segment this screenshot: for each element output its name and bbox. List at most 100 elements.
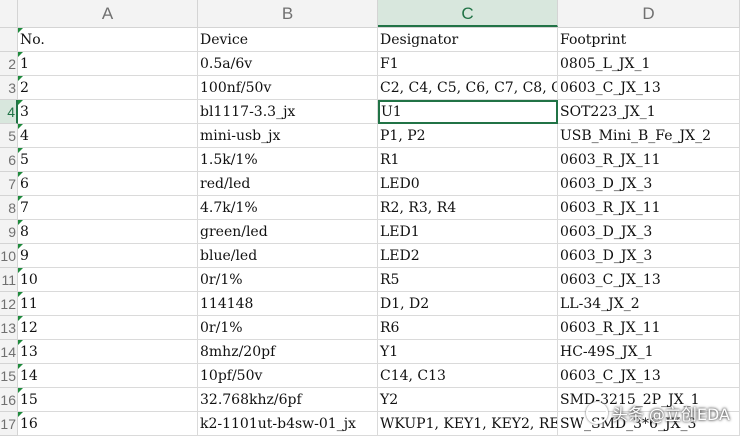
cell-footprint[interactable]: 0603_C_JX_13 <box>558 76 740 100</box>
cell-designator[interactable]: WKUP1, KEY1, KEY2, RESET <box>378 412 558 436</box>
row-number[interactable]: 10 <box>0 244 18 268</box>
cell-designator[interactable]: R1 <box>378 148 558 172</box>
column-header-d[interactable]: D <box>558 0 740 27</box>
cell-footprint[interactable]: 0603_C_JX_13 <box>558 364 740 388</box>
cell-no[interactable]: 5 <box>18 148 198 172</box>
header-cell-no[interactable]: No. <box>18 28 198 52</box>
table-row: 3 2 100nf/50v C2, C4, C5, C6, C7, C8, C9 060… <box>0 76 740 100</box>
row-number-label: 4 <box>7 104 15 120</box>
cell-device[interactable]: blue/led <box>198 244 378 268</box>
cell-designator[interactable]: R6 <box>378 316 558 340</box>
row-number[interactable]: 6 <box>0 148 18 172</box>
row-number-label: 15 <box>0 368 16 384</box>
cell-device[interactable]: 10pf/50v <box>198 364 378 388</box>
column-header-a[interactable]: A <box>18 0 198 27</box>
cell-designator[interactable]: D1, D2 <box>378 292 558 316</box>
cell-designator[interactable]: R5 <box>378 268 558 292</box>
cell-footprint[interactable]: 0603_C_JX_13 <box>558 268 740 292</box>
cell-designator[interactable]: LED2 <box>378 244 558 268</box>
watermark-text: 头条 @立创EDA <box>611 405 730 424</box>
row-number[interactable]: 9 <box>0 220 18 244</box>
row-number[interactable] <box>0 28 18 52</box>
cell-no[interactable]: 2 <box>18 76 198 100</box>
cell-device[interactable]: k2-1101ut-b4sw-01_jx <box>198 412 378 436</box>
table-row: 15 14 10pf/50v C14, C13 0603_C_JX_13 <box>0 364 740 388</box>
cell-device[interactable]: 114148 <box>198 292 378 316</box>
cell-designator[interactable]: C14, C13 <box>378 364 558 388</box>
cell-designator[interactable]: Y1 <box>378 340 558 364</box>
header-cell-designator[interactable]: Designator <box>378 28 558 52</box>
cell-no[interactable]: 3 <box>18 100 198 124</box>
table-row: 5 4 mini-usb_jx P1, P2 USB_Mini_B_Fe_JX_2 <box>0 124 740 148</box>
cell-device[interactable]: 0r/1% <box>198 316 378 340</box>
select-all-corner[interactable] <box>0 0 18 27</box>
cell-device[interactable]: 4.7k/1% <box>198 196 378 220</box>
header-cell-device[interactable]: Device <box>198 28 378 52</box>
cell-designator[interactable]: R2, R3, R4 <box>378 196 558 220</box>
cell-footprint[interactable]: SOT223_JX_1 <box>558 100 740 124</box>
cell-designator[interactable]: LED0 <box>378 172 558 196</box>
row-number-label: 5 <box>8 128 16 144</box>
row-number[interactable]: 17 <box>0 412 18 436</box>
cell-no[interactable]: 4 <box>18 124 198 148</box>
cell-no[interactable]: 14 <box>18 364 198 388</box>
cell-device[interactable]: 0.5a/6v <box>198 52 378 76</box>
cell-no[interactable]: 15 <box>18 388 198 412</box>
cell-designator[interactable]: P1, P2 <box>378 124 558 148</box>
cell-footprint[interactable]: 0805_L_JX_1 <box>558 52 740 76</box>
cell-no[interactable]: 10 <box>18 268 198 292</box>
cell-designator[interactable]: Y2 <box>378 388 558 412</box>
row-number[interactable]: 16 <box>0 388 18 412</box>
cell-designator[interactable]: C2, C4, C5, C6, C7, C8, C9 <box>378 76 558 100</box>
row-number[interactable]: 12 <box>0 292 18 316</box>
row-number[interactable]: 14 <box>0 340 18 364</box>
cell-no[interactable]: 9 <box>18 244 198 268</box>
cell-footprint[interactable]: USB_Mini_B_Fe_JX_2 <box>558 124 740 148</box>
cell-no[interactable]: 8 <box>18 220 198 244</box>
cell-device[interactable]: 32.768khz/6pf <box>198 388 378 412</box>
header-cell-footprint[interactable]: Footprint <box>558 28 740 52</box>
cell-no[interactable]: 16 <box>18 412 198 436</box>
column-header-b[interactable]: B <box>198 0 378 27</box>
cell-footprint[interactable]: HC-49S_JX_1 <box>558 340 740 364</box>
cell-no[interactable]: 1 <box>18 52 198 76</box>
table-row: 2 1 0.5a/6v F1 0805_L_JX_1 <box>0 52 740 76</box>
cell-no[interactable]: 12 <box>18 316 198 340</box>
cell-device[interactable]: bl1117-3.3_jx <box>198 100 378 124</box>
cell-no[interactable]: 6 <box>18 172 198 196</box>
row-number[interactable]: 15 <box>0 364 18 388</box>
cell-footprint[interactable]: 0603_D_JX_3 <box>558 172 740 196</box>
cell-no[interactable]: 7 <box>18 196 198 220</box>
cell-device[interactable]: 0r/1% <box>198 268 378 292</box>
column-header-c[interactable]: C <box>378 0 558 27</box>
table-row: 12 11 114148 D1, D2 LL-34_JX_2 <box>0 292 740 316</box>
cell-device[interactable]: 100nf/50v <box>198 76 378 100</box>
cell-device[interactable]: green/led <box>198 220 378 244</box>
spreadsheet-grid[interactable]: A B C D No. Device Designator Footprint … <box>0 0 740 437</box>
row-number[interactable]: 2 <box>0 52 18 76</box>
row-number[interactable]: 7 <box>0 172 18 196</box>
cell-footprint[interactable]: 0603_R_JX_11 <box>558 196 740 220</box>
cell-footprint[interactable]: LL-34_JX_2 <box>558 292 740 316</box>
cell-designator[interactable]: LED1 <box>378 220 558 244</box>
cell-designator[interactable]: U1 <box>378 100 558 124</box>
cell-designator[interactable]: F1 <box>378 52 558 76</box>
table-row: 14 13 8mhz/20pf Y1 HC-49S_JX_1 <box>0 340 740 364</box>
cell-footprint[interactable]: 0603_D_JX_3 <box>558 244 740 268</box>
cell-device[interactable]: mini-usb_jx <box>198 124 378 148</box>
cell-footprint[interactable]: 0603_R_JX_11 <box>558 148 740 172</box>
row-number[interactable]: 3 <box>0 76 18 100</box>
row-number[interactable]: 11 <box>0 268 18 292</box>
cell-no[interactable]: 11 <box>18 292 198 316</box>
cell-no[interactable]: 13 <box>18 340 198 364</box>
row-number[interactable]: 4 <box>0 100 18 124</box>
row-number[interactable]: 8 <box>0 196 18 220</box>
cell-device[interactable]: 1.5k/1% <box>198 148 378 172</box>
cell-footprint[interactable]: 0603_R_JX_11 <box>558 316 740 340</box>
row-number[interactable]: 5 <box>0 124 18 148</box>
cell-footprint[interactable]: 0603_D_JX_3 <box>558 220 740 244</box>
row-number[interactable]: 13 <box>0 316 18 340</box>
table-header-row: No. Device Designator Footprint <box>0 28 740 52</box>
cell-device[interactable]: red/led <box>198 172 378 196</box>
cell-device[interactable]: 8mhz/20pf <box>198 340 378 364</box>
